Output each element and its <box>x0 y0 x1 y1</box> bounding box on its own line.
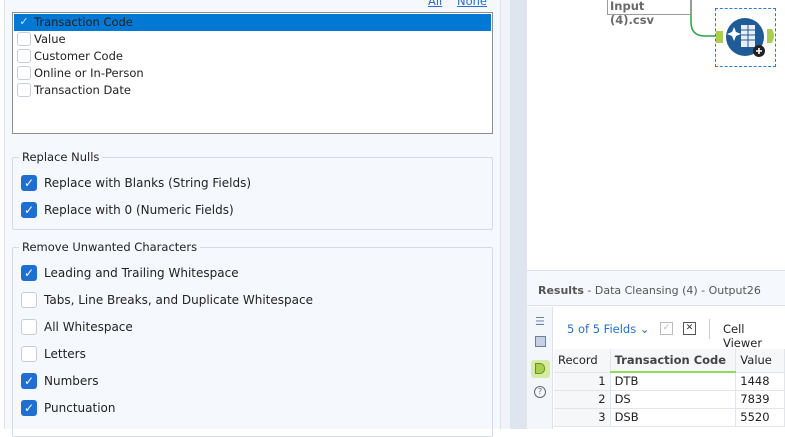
option-label: Tabs, Line Breaks, and Duplicate Whitesp… <box>44 293 313 307</box>
option-punctuation[interactable]: ✓ Punctuation <box>21 400 115 416</box>
replace-nulls-title: Replace Nulls <box>19 150 103 164</box>
transaction-code-cell[interactable]: DTB <box>610 372 737 391</box>
help-icon[interactable]: ? <box>534 386 546 398</box>
field-label: Transaction Date <box>34 83 131 97</box>
toolbar-divider <box>709 319 710 339</box>
value-cell[interactable]: 7839 <box>735 390 785 409</box>
results-grid[interactable]: Record Transaction Code Value 1 DTB 1448 2 D… <box>554 349 785 429</box>
field-list-item[interactable]: Transaction Date <box>14 82 491 99</box>
checkbox[interactable]: ✓ <box>21 265 37 281</box>
table-row[interactable]: 3 DSB 5520 <box>554 408 785 427</box>
panel-scroll-gutter <box>510 0 527 429</box>
data-cleansing-tool-node[interactable] <box>715 8 776 67</box>
field-label: Customer Code <box>34 49 123 63</box>
input-tool-node[interactable]: Input (4).csv <box>607 0 691 27</box>
results-toolbar: 5 of 5 Fields ⌄ ✓ ✕ Cell Viewer <box>554 310 785 350</box>
option-tabs-line-breaks-and-duplicate-whitespace[interactable]: Tabs, Line Breaks, and Duplicate Whitesp… <box>21 292 313 308</box>
checkbox[interactable] <box>17 49 31 63</box>
checkbox[interactable] <box>21 319 37 335</box>
output-anchor-icon[interactable] <box>531 360 550 378</box>
transaction-code-cell[interactable]: DSB <box>610 408 737 427</box>
select-none-link[interactable]: None <box>457 0 487 8</box>
checkbox[interactable]: ✓ <box>17 15 31 29</box>
option-label: Numbers <box>44 374 99 388</box>
transaction-code-cell[interactable]: DS <box>610 390 737 409</box>
field-label: Transaction Code <box>34 15 133 29</box>
table-row[interactable]: 2 DS 7839 <box>554 390 785 409</box>
checkbox[interactable] <box>21 346 37 362</box>
field-list[interactable]: ✓ Transaction Code Value Customer Code Onlin… <box>12 12 493 134</box>
option-all-whitespace[interactable]: All Whitespace <box>21 319 133 335</box>
field-label: Value <box>34 32 66 46</box>
record-cell[interactable]: 2 <box>554 390 611 409</box>
option-label: Replace with Blanks (String Fields) <box>44 176 252 190</box>
results-subtitle: - Data Cleansing (4) - Output26 <box>583 284 761 297</box>
checkbox[interactable]: ✓ <box>21 175 37 191</box>
data-cleansing-icon <box>715 18 774 57</box>
results-side-toolbar: ☰ ? <box>527 307 553 429</box>
checkbox[interactable] <box>17 83 31 97</box>
field-list-item[interactable]: ✓ Transaction Code <box>14 14 491 31</box>
value-cell[interactable]: 5520 <box>735 408 785 427</box>
option-label: Letters <box>44 347 86 361</box>
field-list-item[interactable]: Online or In-Person <box>14 65 491 82</box>
remove-characters-title: Remove Unwanted Characters <box>19 240 201 254</box>
column-header-record[interactable]: Record <box>554 349 611 373</box>
checkbox[interactable]: ✓ <box>21 373 37 389</box>
option-label: All Whitespace <box>44 320 133 334</box>
option-label: Leading and Trailing Whitespace <box>44 266 239 280</box>
table-icon[interactable] <box>535 336 546 347</box>
remove-characters-group: Remove Unwanted Characters ✓ Leading and … <box>12 240 493 437</box>
option-label: Punctuation <box>44 401 116 415</box>
field-list-item[interactable]: Value <box>14 31 491 48</box>
column-header-transaction-code[interactable]: Transaction Code <box>610 349 737 373</box>
option-replace-with-blanks-string-fields[interactable]: ✓ Replace with Blanks (String Fields) <box>21 175 251 191</box>
panel-edge <box>0 0 5 429</box>
deselect-fields-icon[interactable]: ✕ <box>683 322 696 335</box>
field-list-item[interactable]: Customer Code <box>14 48 491 65</box>
option-replace-with-0-numeric-fields[interactable]: ✓ Replace with 0 (Numeric Fields) <box>21 202 234 218</box>
option-label: Replace with 0 (Numeric Fields) <box>44 203 234 217</box>
option-letters[interactable]: Letters <box>21 346 86 362</box>
list-icon[interactable]: ☰ <box>535 315 545 328</box>
checkbox[interactable] <box>17 32 31 46</box>
record-cell[interactable]: 1 <box>554 372 611 391</box>
checkbox[interactable] <box>21 292 37 308</box>
chevron-down-icon: ⌄ <box>639 322 650 336</box>
replace-nulls-group: Replace Nulls ✓ Replace with Blanks (Stri… <box>12 150 493 230</box>
fields-dropdown-label: 5 of 5 Fields <box>567 322 637 336</box>
checkbox[interactable] <box>17 66 31 80</box>
checkbox[interactable]: ✓ <box>21 202 37 218</box>
value-cell[interactable]: 1448 <box>735 372 785 391</box>
results-header: Results - Data Cleansing (4) - Output26 <box>527 270 785 306</box>
results-title: Results <box>538 284 584 297</box>
checkbox[interactable]: ✓ <box>21 400 37 416</box>
cell-viewer-button[interactable]: Cell Viewer <box>723 322 785 350</box>
table-row[interactable]: 1 DTB 1448 <box>554 372 785 391</box>
option-numbers[interactable]: ✓ Numbers <box>21 373 98 389</box>
option-leading-and-trailing-whitespace[interactable]: ✓ Leading and Trailing Whitespace <box>21 265 239 281</box>
select-all-link[interactable]: All <box>428 0 442 8</box>
column-header-value[interactable]: Value <box>735 349 785 373</box>
field-label: Online or In-Person <box>34 66 144 80</box>
fields-dropdown[interactable]: 5 of 5 Fields ⌄ <box>567 322 650 336</box>
select-all-fields-icon[interactable]: ✓ <box>660 322 673 335</box>
record-cell[interactable]: 3 <box>554 408 611 427</box>
